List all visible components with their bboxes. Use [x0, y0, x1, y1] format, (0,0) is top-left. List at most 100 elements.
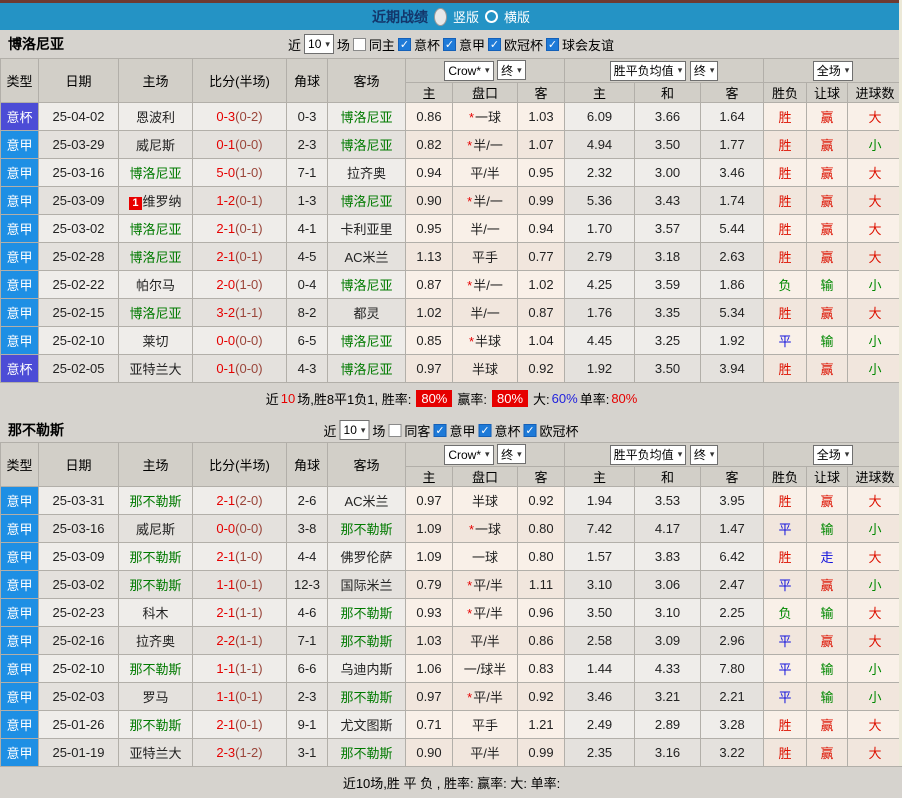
scope-select[interactable]: 全场▾ [813, 61, 854, 81]
euro-home-odds: 3.50 [565, 599, 635, 627]
match-row: 意甲25-02-22帕尔马2-0(1-0)0-4博洛尼亚0.87*半/一1.02… [1, 271, 902, 299]
league-filter-label-0[interactable]: 意杯 [414, 35, 440, 54]
home-team-name: 威尼斯 [136, 138, 175, 153]
result-handicap: 输 [807, 683, 848, 711]
away-team-name: 国际米兰 [340, 578, 392, 593]
vertical-layout-radio[interactable] [434, 8, 447, 26]
europe-final-select[interactable]: 终▾ [690, 445, 719, 465]
league-filter-label-1[interactable]: 意杯 [494, 421, 520, 440]
result-handicap-value: 赢 [821, 194, 834, 209]
league-filter-checkbox-0[interactable]: ✓ [398, 38, 411, 51]
league-filter-label-2[interactable]: 欧冠杯 [539, 421, 578, 440]
summary-record: 场,胜8平1负1, 胜率: [297, 389, 411, 408]
result-handicap: 赢 [807, 103, 848, 131]
fulltime-score: 1-1 [216, 577, 235, 592]
result-wdl: 胜 [764, 243, 807, 271]
same-venue-checkbox[interactable] [353, 38, 366, 51]
handicap-value: 一球 [475, 110, 501, 125]
red-card-badge: 1 [129, 197, 141, 210]
sub-header-5: 客 [701, 83, 764, 103]
home-team: 恩波利 [119, 103, 193, 131]
league-filter-checkbox-1[interactable]: ✓ [443, 38, 456, 51]
euro-draw-odds: 3.00 [635, 159, 701, 187]
sub-header-4: 和 [635, 83, 701, 103]
league-filter-checkbox-0[interactable]: ✓ [433, 424, 446, 437]
match-count-select[interactable]: 10▾ [304, 34, 334, 54]
match-date: 25-03-16 [39, 515, 119, 543]
fulltime-score: 0-3 [216, 109, 235, 124]
euro-away-odds: 1.47 [701, 515, 764, 543]
league-filter-checkbox-1[interactable]: ✓ [478, 424, 491, 437]
halftime-score: (1-1) [235, 661, 262, 676]
home-odds: 0.97 [406, 487, 453, 515]
league-filter-checkbox-3[interactable]: ✓ [546, 38, 559, 51]
euro-draw-odds: 3.57 [635, 215, 701, 243]
europe-odds-select[interactable]: 胜平负均值▾ [610, 61, 687, 81]
away-team-name: AC米兰 [344, 494, 388, 509]
odds-final-select[interactable]: 终▾ [497, 60, 526, 80]
odds-final-select[interactable]: 终▾ [497, 444, 526, 464]
away-team: 佛罗伦萨 [328, 543, 406, 571]
away-team: 博洛尼亚 [328, 355, 406, 383]
corners: 6-5 [287, 327, 328, 355]
match-date: 25-02-16 [39, 627, 119, 655]
euro-away-odds: 2.96 [701, 627, 764, 655]
euro-home-odds: 2.32 [565, 159, 635, 187]
result-handicap: 赢 [807, 159, 848, 187]
result-handicap-value: 赢 [821, 746, 834, 761]
vertical-layout-label[interactable]: 竖版 [453, 7, 479, 26]
result-goals-value: 小 [869, 362, 882, 377]
same-venue-checkbox[interactable] [388, 424, 401, 437]
handicap-star: * [467, 138, 472, 153]
league-filter-label-2[interactable]: 欧冠杯 [504, 35, 543, 54]
score: 2-1(0-1) [193, 243, 287, 271]
result-handicap-value: 赢 [821, 306, 834, 321]
sub-header-2: 客 [518, 83, 565, 103]
same-venue-label[interactable]: 同主 [369, 35, 395, 54]
match-filter: 近10▾场同客✓意甲✓意杯✓欧冠杯 [324, 420, 579, 440]
handicap-value: 半/一 [473, 138, 503, 153]
away-team-name: 乌迪内斯 [340, 662, 392, 677]
fulltime-score: 1-2 [216, 193, 235, 208]
horizontal-layout-label[interactable]: 横版 [504, 7, 530, 26]
sub-header-3: 主 [565, 83, 635, 103]
away-odds: 0.99 [518, 739, 565, 767]
same-venue-label[interactable]: 同客 [404, 421, 430, 440]
europe-final-select[interactable]: 终▾ [690, 61, 719, 81]
scope-select[interactable]: 全场▾ [813, 445, 854, 465]
league-badge: 意甲 [1, 739, 39, 767]
euro-draw-odds: 2.89 [635, 711, 701, 739]
odds-company-select[interactable]: Crow*▾ [444, 61, 493, 81]
horizontal-layout-radio[interactable] [485, 10, 498, 23]
result-handicap-value: 赢 [821, 578, 834, 593]
home-odds: 0.93 [406, 599, 453, 627]
home-team: 博洛尼亚 [119, 299, 193, 327]
fulltime-score: 2-1 [216, 493, 235, 508]
league-filter-checkbox-2[interactable]: ✓ [488, 38, 501, 51]
chevron-down-icon: ▾ [361, 425, 366, 436]
league-filter-label-0[interactable]: 意甲 [449, 421, 475, 440]
league-badge: 意甲 [1, 655, 39, 683]
euro-home-odds: 1.70 [565, 215, 635, 243]
scope-select-value: 全场 [817, 62, 841, 79]
score: 1-1(1-1) [193, 655, 287, 683]
away-team-name: 博洛尼亚 [340, 362, 392, 377]
europe-odds-select[interactable]: 胜平负均值▾ [610, 445, 687, 465]
corners: 4-4 [287, 543, 328, 571]
score: 2-1(2-0) [193, 487, 287, 515]
result-handicap-value: 走 [821, 550, 834, 565]
corners: 4-5 [287, 243, 328, 271]
away-team-name: 博洛尼亚 [340, 278, 392, 293]
league-badge: 意甲 [1, 187, 39, 215]
league-filter-label-1[interactable]: 意甲 [459, 35, 485, 54]
result-handicap: 赢 [807, 243, 848, 271]
home-team: 亚特兰大 [119, 355, 193, 383]
match-count-select[interactable]: 10▾ [340, 420, 370, 440]
away-team-name: AC米兰 [344, 250, 388, 265]
league-filter-label-3[interactable]: 球会友谊 [562, 35, 614, 54]
score: 0-1(0-0) [193, 355, 287, 383]
odds-company-select[interactable]: Crow*▾ [444, 445, 493, 465]
home-odds: 0.82 [406, 131, 453, 159]
away-team: 博洛尼亚 [328, 327, 406, 355]
league-filter-checkbox-2[interactable]: ✓ [523, 424, 536, 437]
